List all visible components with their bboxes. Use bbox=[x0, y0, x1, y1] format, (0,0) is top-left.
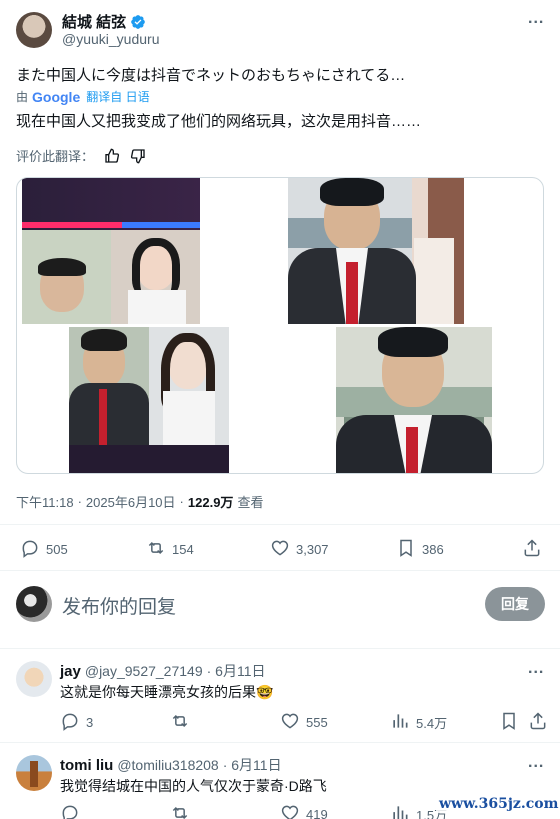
view-count: 122.9万 bbox=[187, 495, 234, 510]
media-image-4[interactable] bbox=[336, 327, 492, 473]
bookmark-icon bbox=[499, 711, 519, 734]
analytics-icon bbox=[390, 803, 410, 819]
reply-1-name[interactable]: jay bbox=[60, 663, 81, 680]
reply-1-bookmark-action[interactable] bbox=[499, 711, 519, 734]
thumbs-down-icon[interactable] bbox=[130, 148, 146, 164]
reply-submit-button[interactable]: 回复 bbox=[485, 587, 545, 621]
share-icon bbox=[522, 538, 542, 561]
reply-2-more-icon[interactable]: ... bbox=[528, 754, 544, 772]
reply-1-handle[interactable]: @jay_9527_27149 bbox=[85, 663, 203, 679]
share-icon bbox=[528, 711, 548, 734]
reply-2-like-action[interactable]: 419 bbox=[280, 803, 328, 819]
more-options-icon[interactable]: ... bbox=[528, 10, 544, 28]
translated-by-prefix: 由 bbox=[16, 90, 29, 104]
bookmark-count: 386 bbox=[422, 542, 444, 557]
meta-dot: · bbox=[77, 494, 82, 509]
author-avatar[interactable] bbox=[16, 12, 52, 48]
reply-icon bbox=[20, 538, 40, 561]
tweet-text-original: また中国人に今度は抖音でネットのおもちゃにされてる… bbox=[16, 67, 406, 84]
reply-2-name[interactable]: tomi liu bbox=[60, 757, 113, 774]
reply-2-date[interactable]: · 6月11日 bbox=[223, 755, 282, 775]
retweet-icon bbox=[146, 538, 166, 561]
reply-1-text: 这就是你每天睡漂亮女孩的后果🤓 bbox=[60, 684, 274, 700]
retweet-icon bbox=[170, 803, 190, 819]
share-action[interactable] bbox=[522, 538, 542, 561]
media-image-2[interactable] bbox=[288, 178, 464, 324]
reply-1-share-action[interactable] bbox=[528, 711, 548, 734]
translated-from-link[interactable]: 翻译自 日语 bbox=[86, 88, 149, 105]
retweet-action[interactable]: 154 bbox=[146, 538, 194, 561]
watermark: www.365jz.com bbox=[436, 795, 560, 813]
meta-dot-2: · bbox=[179, 494, 184, 509]
tweet-date[interactable]: 2025年6月10日 bbox=[86, 492, 176, 511]
google-logo: Google bbox=[32, 88, 81, 105]
analytics-icon bbox=[390, 711, 410, 734]
author-handle[interactable]: @yuuki_yuduru bbox=[62, 31, 160, 47]
reply-1-view-count: 5.4万 bbox=[416, 716, 448, 731]
reply-icon bbox=[60, 711, 80, 734]
reply-2-avatar[interactable] bbox=[16, 755, 52, 791]
retweet-icon bbox=[170, 711, 190, 734]
media-image-1[interactable] bbox=[22, 178, 200, 324]
reply-1-more-icon[interactable]: ... bbox=[528, 660, 544, 678]
author-display-name[interactable]: 結城 結弦 bbox=[62, 11, 126, 32]
reply-1-views-action[interactable]: 5.4万 bbox=[390, 711, 447, 734]
reply-2-reply-action[interactable] bbox=[60, 803, 80, 819]
thumbs-up-icon[interactable] bbox=[104, 148, 120, 164]
reply-2-handle[interactable]: @tomiliu318208 bbox=[117, 757, 218, 773]
media-image-3[interactable] bbox=[69, 327, 229, 473]
reply-1-avatar[interactable] bbox=[16, 661, 52, 697]
reply-1-date[interactable]: · 6月11日 bbox=[207, 661, 266, 681]
reply-compose-input[interactable]: 发布你的回复 bbox=[62, 592, 176, 619]
reply-1-reply-action[interactable]: 3 bbox=[60, 711, 93, 734]
bookmark-icon bbox=[396, 538, 416, 561]
reply-action[interactable]: 505 bbox=[20, 538, 68, 561]
reply-1-like-count: 555 bbox=[306, 715, 328, 730]
reply-1-retweet-action[interactable] bbox=[170, 711, 190, 734]
reply-2-text: 我觉得结城在中国的人气仅次于蒙奇·D路飞 bbox=[60, 778, 327, 794]
tweet-text-translated: 现在中国人又把我变成了他们的网络玩具，这次是用抖音…… bbox=[16, 113, 422, 130]
heart-icon bbox=[280, 803, 300, 819]
reply-count: 505 bbox=[46, 542, 68, 557]
reply-2-like-count: 419 bbox=[306, 807, 328, 819]
rate-translation-label: 评价此翻译： bbox=[16, 149, 95, 164]
like-action[interactable]: 3,307 bbox=[270, 538, 329, 561]
reply-1-like-action[interactable]: 555 bbox=[280, 711, 328, 734]
views-label: 查看 bbox=[237, 495, 264, 510]
heart-icon bbox=[280, 711, 300, 734]
tweet-time[interactable]: 下午11:18 bbox=[16, 492, 74, 511]
media-grid[interactable] bbox=[16, 177, 544, 474]
verified-badge-icon bbox=[130, 14, 146, 30]
current-user-avatar[interactable] bbox=[16, 586, 52, 622]
reply-icon bbox=[60, 803, 80, 819]
reply-2-retweet-action[interactable] bbox=[170, 803, 190, 819]
heart-icon bbox=[270, 538, 290, 561]
like-count: 3,307 bbox=[296, 542, 329, 557]
reply-1-reply-count: 3 bbox=[86, 715, 94, 730]
retweet-count: 154 bbox=[172, 542, 194, 557]
bookmark-action[interactable]: 386 bbox=[396, 538, 444, 561]
